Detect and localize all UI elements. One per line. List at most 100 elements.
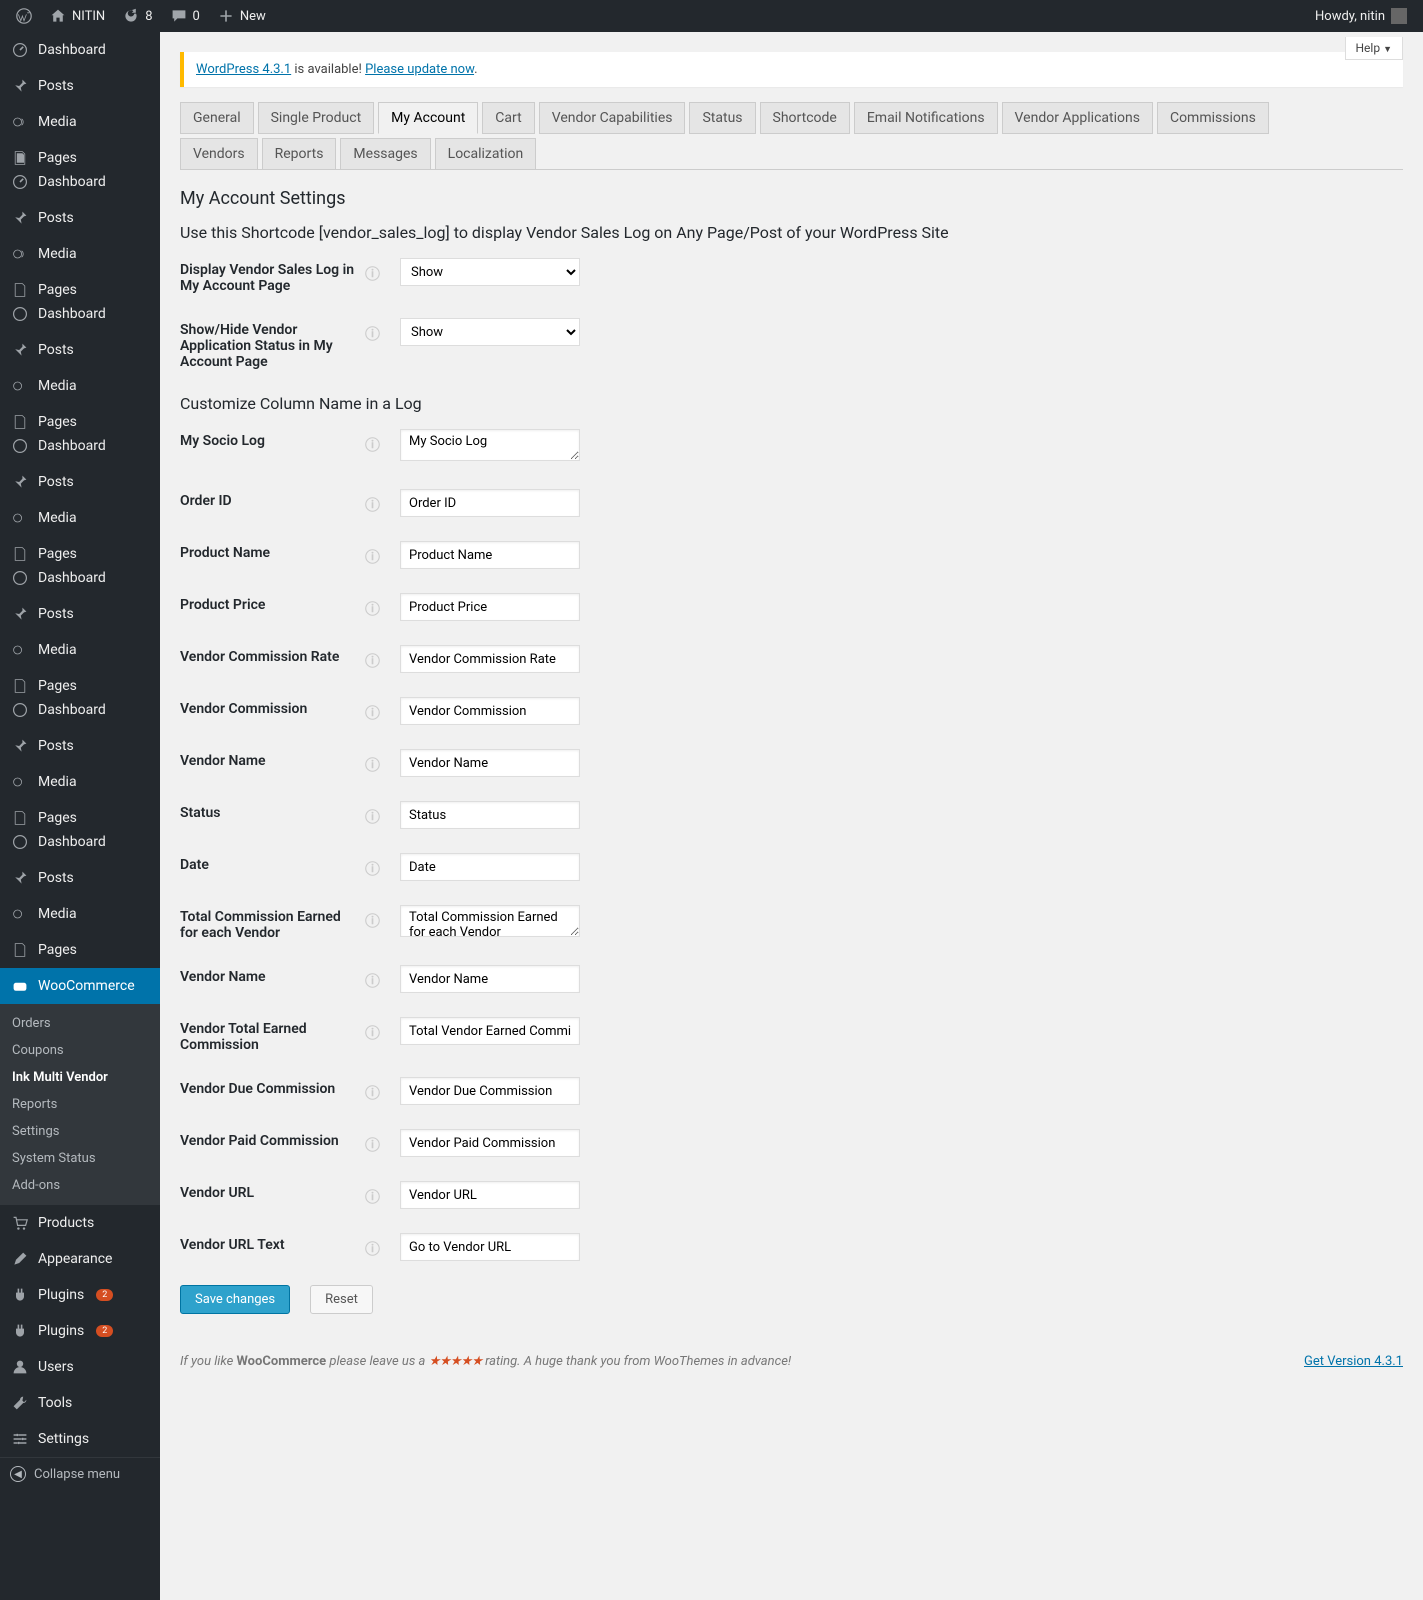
collapse-menu[interactable]: ◀Collapse menu [0, 1457, 160, 1490]
input-vendor-url[interactable] [400, 1181, 580, 1209]
help-icon[interactable]: ⓘ [365, 650, 380, 671]
input-status[interactable] [400, 801, 580, 829]
help-icon[interactable]: ⓘ [365, 702, 380, 723]
menu-dashboard[interactable]: Dashboard [0, 428, 160, 464]
menu-media[interactable]: Media [0, 368, 160, 404]
select-app-status[interactable]: Show [400, 318, 580, 346]
help-icon[interactable]: ⓘ [365, 323, 380, 344]
menu-pages[interactable]: Pages [0, 932, 160, 968]
help-icon[interactable]: ⓘ [365, 858, 380, 879]
tab-vendor-capabilities[interactable]: Vendor Capabilities [539, 102, 686, 134]
menu-media[interactable]: Media [0, 896, 160, 932]
sub-addons[interactable]: Add-ons [0, 1172, 160, 1199]
help-icon[interactable]: ⓘ [365, 1134, 380, 1155]
help-icon[interactable]: ⓘ [365, 1022, 380, 1043]
input-order-id[interactable] [400, 489, 580, 517]
menu-appearance[interactable]: Appearance [0, 1241, 160, 1277]
get-version-link[interactable]: Get Version 4.3.1 [1304, 1354, 1403, 1369]
input-product-price[interactable] [400, 593, 580, 621]
menu-dashboard[interactable]: Dashboard [0, 824, 160, 860]
help-icon[interactable]: ⓘ [365, 546, 380, 567]
menu-products[interactable]: Products [0, 1205, 160, 1241]
help-icon[interactable]: ⓘ [365, 806, 380, 827]
sub-coupons[interactable]: Coupons [0, 1037, 160, 1064]
sub-reports[interactable]: Reports [0, 1091, 160, 1118]
comments[interactable]: 0 [163, 0, 208, 32]
menu-media[interactable]: Media [0, 500, 160, 536]
save-button[interactable]: Save changes [180, 1285, 290, 1314]
new-content[interactable]: New [210, 0, 274, 32]
input-comm-rate[interactable] [400, 645, 580, 673]
input-vendor-name2[interactable] [400, 965, 580, 993]
input-vendor-comm[interactable] [400, 697, 580, 725]
tab-commissions[interactable]: Commissions [1157, 102, 1269, 134]
menu-plugins[interactable]: Plugins2 [0, 1277, 160, 1313]
updates[interactable]: 8 [115, 0, 160, 32]
reset-button[interactable]: Reset [310, 1285, 373, 1314]
menu-dashboard[interactable]: Dashboard [0, 692, 160, 728]
sub-ink-multi-vendor[interactable]: Ink Multi Vendor [0, 1064, 160, 1091]
tab-localization[interactable]: Localization [435, 138, 537, 170]
select-display-log[interactable]: Show [400, 258, 580, 286]
menu-dashboard[interactable]: Dashboard [0, 560, 160, 596]
menu-media[interactable]: Media [0, 632, 160, 668]
help-icon[interactable]: ⓘ [365, 1186, 380, 1207]
menu-dashboard[interactable]: Dashboard [0, 32, 160, 68]
menu-dashboard[interactable]: Dashboard [0, 296, 160, 332]
menu-posts[interactable]: Posts [0, 200, 160, 236]
input-paid-comm[interactable] [400, 1129, 580, 1157]
menu-posts[interactable]: Posts [0, 332, 160, 368]
help-icon[interactable]: ⓘ [365, 494, 380, 515]
my-account[interactable]: Howdy, nitin [1307, 0, 1415, 32]
wp-version-link[interactable]: WordPress 4.3.1 [196, 62, 291, 77]
menu-tools[interactable]: Tools [0, 1385, 160, 1421]
menu-posts[interactable]: Posts [0, 68, 160, 104]
menu-dashboard[interactable]: Dashboard [0, 164, 160, 200]
tab-email-notifications[interactable]: Email Notifications [854, 102, 998, 134]
help-icon[interactable]: ⓘ [365, 970, 380, 991]
menu-users[interactable]: Users [0, 1349, 160, 1385]
help-icon[interactable]: ⓘ [365, 910, 380, 931]
tab-vendors[interactable]: Vendors [180, 138, 258, 170]
help-icon[interactable]: ⓘ [365, 1082, 380, 1103]
menu-posts[interactable]: Posts [0, 464, 160, 500]
sub-system-status[interactable]: System Status [0, 1145, 160, 1172]
menu-media[interactable]: Media [0, 236, 160, 272]
wp-logo[interactable] [8, 0, 40, 32]
input-vendor-name[interactable] [400, 749, 580, 777]
site-name[interactable]: NITIN [42, 0, 113, 32]
help-icon[interactable]: ⓘ [365, 1238, 380, 1259]
tab-messages[interactable]: Messages [340, 138, 430, 170]
menu-posts[interactable]: Posts [0, 860, 160, 896]
help-icon[interactable]: ⓘ [365, 434, 380, 455]
menu-settings[interactable]: Settings [0, 1421, 160, 1457]
input-socio-log[interactable]: My Socio Log [400, 429, 580, 461]
sub-settings[interactable]: Settings [0, 1118, 160, 1145]
tab-cart[interactable]: Cart [482, 102, 534, 134]
menu-plugins[interactable]: Plugins2 [0, 1313, 160, 1349]
help-tab[interactable]: Help ▼ [1345, 37, 1404, 60]
menu-media[interactable]: Media [0, 104, 160, 140]
input-total-earned[interactable] [400, 1017, 580, 1045]
menu-woocommerce[interactable]: WooCommerce [0, 968, 160, 1004]
help-icon[interactable]: ⓘ [365, 754, 380, 775]
input-url-text[interactable] [400, 1233, 580, 1261]
update-now-link[interactable]: Please update now [365, 62, 474, 77]
input-total-comm[interactable]: Total Commission Earned for each Vendor [400, 905, 580, 937]
tab-vendor-applications[interactable]: Vendor Applications [1002, 102, 1153, 134]
input-due-comm[interactable] [400, 1077, 580, 1105]
tab-status[interactable]: Status [689, 102, 755, 134]
help-icon[interactable]: ⓘ [365, 598, 380, 619]
help-icon[interactable]: ⓘ [365, 263, 380, 284]
tab-general[interactable]: General [180, 102, 254, 134]
tab-single-product[interactable]: Single Product [258, 102, 375, 134]
sub-orders[interactable]: Orders [0, 1010, 160, 1037]
tab-reports[interactable]: Reports [262, 138, 337, 170]
input-product-name[interactable] [400, 541, 580, 569]
tab-shortcode[interactable]: Shortcode [760, 102, 850, 134]
menu-media[interactable]: Media [0, 764, 160, 800]
input-date[interactable] [400, 853, 580, 881]
menu-posts[interactable]: Posts [0, 728, 160, 764]
menu-posts[interactable]: Posts [0, 596, 160, 632]
tab-my-account[interactable]: My Account [378, 102, 478, 134]
